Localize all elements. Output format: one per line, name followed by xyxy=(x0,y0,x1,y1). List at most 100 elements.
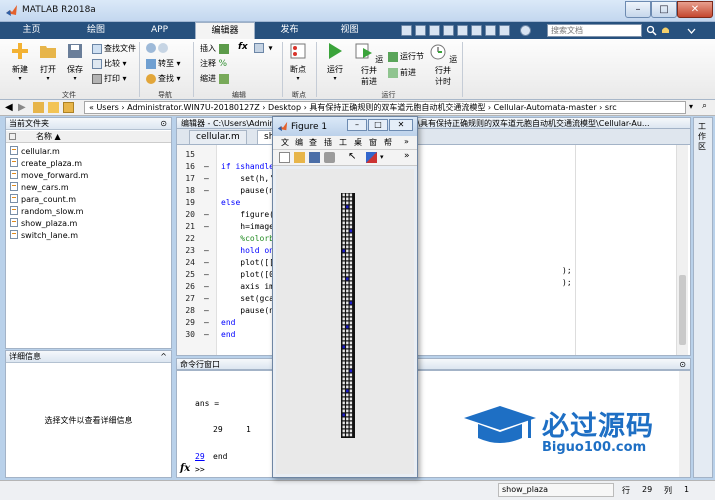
help-icon[interactable] xyxy=(520,25,531,36)
file-item[interactable]: para_count.m xyxy=(10,194,76,206)
plaza-image[interactable] xyxy=(341,193,355,438)
find-files-button[interactable]: 查找文件 xyxy=(92,43,136,54)
command-menu-icon[interactable]: ⊙ xyxy=(679,359,686,370)
file-item[interactable]: random_slow.m xyxy=(10,206,83,218)
paste-icon[interactable] xyxy=(443,25,454,36)
run-and-advance-button[interactable]: 运行并 前进 xyxy=(352,42,386,87)
new-button[interactable]: 新建 ▾ xyxy=(7,42,33,82)
current-folder-path[interactable]: « Users › Administrator.WIN7U-20180127Z … xyxy=(84,101,686,114)
file-item[interactable]: create_plaza.m xyxy=(10,158,82,170)
figure-menu-file[interactable]: 文 xyxy=(281,137,289,148)
undo-icon[interactable] xyxy=(457,25,468,36)
breakpoints-button[interactable]: 断点 ▾ xyxy=(285,42,311,82)
search-documentation-input[interactable]: 搜索文档 xyxy=(547,24,642,37)
run-and-time-button[interactable]: 运行并 计时 xyxy=(428,42,458,87)
brush-icon[interactable] xyxy=(366,152,377,163)
new-figure-icon[interactable] xyxy=(279,152,290,163)
breakpoint-marker[interactable]: – xyxy=(204,221,212,233)
breakpoint-marker[interactable]: – xyxy=(204,209,212,221)
tab-apps[interactable]: APP xyxy=(132,22,187,39)
toolbar-overflow-icon[interactable]: » xyxy=(404,151,410,161)
print-figure-icon[interactable] xyxy=(324,152,335,163)
breakpoint-marker[interactable]: – xyxy=(204,293,212,305)
figure-menu-view[interactable]: 查 xyxy=(309,137,317,148)
editor-scrollbar[interactable] xyxy=(676,145,688,355)
goto-button[interactable]: 转至 ▾ xyxy=(146,58,181,69)
breakpoint-marker[interactable]: – xyxy=(204,185,212,197)
breakpoint-marker[interactable] xyxy=(204,233,212,245)
figure-menu-window[interactable]: 窗 xyxy=(369,137,377,148)
comment-button[interactable]: 注释 % xyxy=(200,58,229,69)
breakpoint-marker[interactable]: – xyxy=(204,305,212,317)
back-arrow-icon[interactable]: ◀ xyxy=(5,102,13,113)
open-file-icon[interactable] xyxy=(294,152,305,163)
breakpoint-marker[interactable]: – xyxy=(204,173,212,185)
run-section-button[interactable]: 运行节 xyxy=(388,51,424,62)
save-quick-icon[interactable] xyxy=(401,25,412,36)
breakpoint-marker[interactable]: – xyxy=(204,269,212,281)
run-button[interactable]: 运行 ▾ xyxy=(322,42,348,82)
error-line-link[interactable]: 29 xyxy=(195,452,205,461)
advance-button[interactable]: 前进 xyxy=(388,67,416,78)
tab-home[interactable]: 主页 xyxy=(4,22,59,39)
redo-icon[interactable] xyxy=(471,25,482,36)
figure-canvas[interactable] xyxy=(276,169,414,474)
file-item[interactable]: move_forward.m xyxy=(10,170,88,182)
pointer-icon[interactable]: ↖ xyxy=(348,152,359,163)
breakpoint-marker[interactable] xyxy=(204,149,212,161)
find-button[interactable]: 查找 ▾ xyxy=(146,73,181,84)
editor-tab-cellular[interactable]: cellular.m xyxy=(189,130,247,144)
switch-windows-icon[interactable] xyxy=(485,25,496,36)
breakpoint-marker[interactable]: – xyxy=(204,161,212,173)
insert-function-button[interactable]: fx xyxy=(238,42,248,52)
expand-ribbon-icon[interactable] xyxy=(686,25,697,36)
figure-menu-desktop[interactable]: 桌 xyxy=(354,137,362,148)
collapse-icon[interactable]: ^ xyxy=(160,351,167,362)
copy-icon[interactable] xyxy=(429,25,440,36)
cut-icon[interactable] xyxy=(415,25,426,36)
editor-scroll-thumb[interactable] xyxy=(679,275,686,345)
open-button[interactable]: 打开 ▾ xyxy=(35,42,61,82)
brush-dropdown-icon[interactable]: ▾ xyxy=(380,153,384,161)
function-browser-icon[interactable]: fx xyxy=(180,463,190,474)
workspace-strip[interactable]: 工作区 xyxy=(693,117,713,478)
figure-menu-edit[interactable]: 编 xyxy=(295,137,303,148)
figure-menu-help[interactable]: 帮 xyxy=(384,137,392,148)
breakpoint-marker[interactable] xyxy=(204,197,212,209)
figure-minimize-button[interactable]: – xyxy=(347,119,367,131)
breakpoint-marker[interactable]: – xyxy=(204,317,212,329)
close-button[interactable]: ✕ xyxy=(677,1,713,18)
tab-plots[interactable]: 绘图 xyxy=(66,22,126,39)
figure-window[interactable]: Figure 1 – □ ✕ 文 编 查 插 工 桌 窗 帮 » ↖ ▾ » xyxy=(272,116,418,478)
path-search-icon[interactable]: ⌕ xyxy=(702,101,707,111)
menu-overflow-icon[interactable]: » xyxy=(404,137,409,146)
compare-button[interactable]: 比较 ▾ xyxy=(92,58,127,69)
column-header[interactable]: 名称 ▲ xyxy=(6,131,171,143)
tab-editor[interactable]: 编辑器 xyxy=(195,22,255,39)
insert-icon-button[interactable]: ▾ xyxy=(254,43,273,53)
save-figure-icon[interactable] xyxy=(309,152,320,163)
back-forward-buttons[interactable] xyxy=(146,43,170,53)
file-item[interactable]: new_cars.m xyxy=(10,182,69,194)
command-prompt[interactable]: >> xyxy=(195,465,205,474)
indent-button[interactable]: 缩进 xyxy=(200,73,231,84)
figure-maximize-button[interactable]: □ xyxy=(368,119,388,131)
workspace-label[interactable]: 工作区 xyxy=(698,122,708,152)
help-quick-icon[interactable] xyxy=(499,25,510,36)
browse-folder-icon[interactable] xyxy=(63,102,74,113)
forward-arrow-icon[interactable]: ▶ xyxy=(18,102,26,113)
command-scrollbar[interactable] xyxy=(679,371,690,477)
figure-menu-tools[interactable]: 工 xyxy=(339,137,347,148)
path-dropdown-icon[interactable]: ▾ xyxy=(689,102,693,111)
tab-publish[interactable]: 发布 xyxy=(262,22,317,39)
code-editor[interactable]: 15 16–17–18–19 20–21–22 23–24–25–26–27–28–2… xyxy=(176,144,691,356)
minimize-button[interactable]: – xyxy=(625,1,651,18)
save-button[interactable]: 保存 ▾ xyxy=(62,42,88,82)
up-folder-icon[interactable] xyxy=(48,102,59,113)
breakpoint-marker[interactable]: – xyxy=(204,257,212,269)
file-item[interactable]: show_plaza.m xyxy=(10,218,77,230)
file-item[interactable]: cellular.m xyxy=(10,146,60,158)
search-icon[interactable] xyxy=(646,25,657,36)
file-item[interactable]: switch_lane.m xyxy=(10,230,78,242)
breakpoint-marker[interactable]: – xyxy=(204,329,212,341)
